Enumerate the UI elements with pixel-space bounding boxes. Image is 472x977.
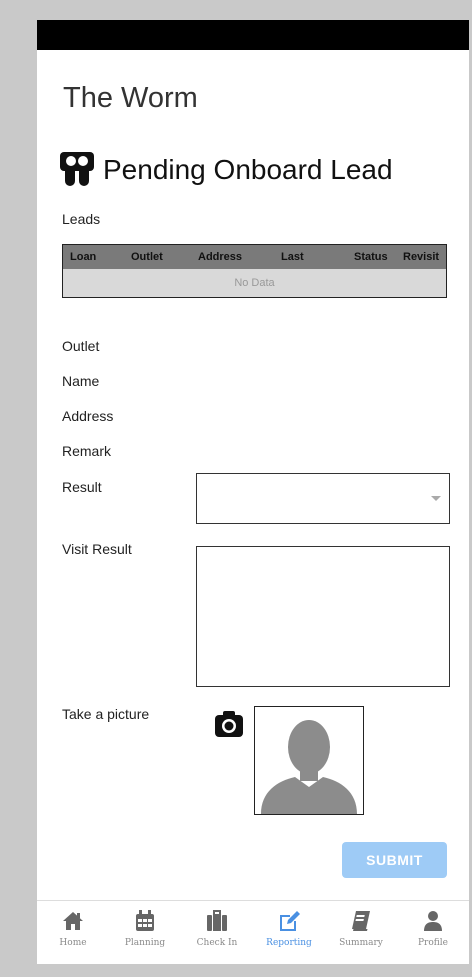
leads-empty-text: No Data — [234, 277, 275, 289]
app-title: The Worm — [63, 82, 198, 114]
lead-icon — [60, 152, 94, 186]
outlet-label: Outlet — [62, 338, 100, 354]
column-header-last[interactable]: Last — [281, 251, 304, 263]
section-title: Pending Onboard Lead — [103, 154, 393, 185]
luggage-icon — [207, 910, 227, 931]
address-label: Address — [62, 408, 114, 424]
avatar-placeholder-icon — [261, 720, 357, 814]
section-header: Pending Onboard Lead — [57, 150, 393, 190]
user-icon — [424, 911, 442, 931]
column-header-status[interactable]: Status — [354, 251, 388, 263]
name-label: Name — [62, 373, 100, 389]
nav-item-home[interactable]: Home — [37, 901, 109, 964]
leads-table: Loan Outlet Address Last Status Revisit … — [62, 244, 447, 298]
nav-label-reporting: Reporting — [266, 938, 312, 948]
home-icon — [63, 912, 83, 930]
submit-button[interactable]: SUBMIT — [342, 842, 447, 878]
leads-table-header: Loan Outlet Address Last Status Revisit — [63, 245, 446, 269]
visit-result-label: Visit Result — [62, 541, 132, 557]
status-bar — [37, 20, 469, 50]
calendar-icon — [136, 910, 154, 931]
take-picture-label: Take a picture — [62, 706, 150, 722]
chevron-down-icon — [431, 496, 441, 501]
nav-label-profile: Profile — [418, 938, 448, 948]
nav-label-home: Home — [59, 938, 87, 948]
nav-label-check-in: Check In — [196, 938, 238, 948]
column-header-revisit[interactable]: Revisit — [403, 251, 439, 263]
nav-item-planning[interactable]: Planning — [109, 901, 181, 964]
nav-label-planning: Planning — [124, 938, 166, 948]
book-icon — [352, 911, 370, 931]
column-header-loan[interactable]: Loan — [70, 251, 96, 263]
photo-preview[interactable] — [254, 706, 364, 815]
nav-item-summary[interactable]: Summary — [325, 901, 397, 964]
visit-result-textarea[interactable] — [196, 546, 450, 687]
nav-item-profile[interactable]: Profile — [397, 901, 469, 964]
app-frame: The Worm Pending Onboard Lead Leads Loan… — [37, 20, 469, 964]
camera-icon[interactable] — [214, 709, 244, 739]
edit-icon — [280, 911, 300, 931]
leads-label: Leads — [62, 211, 101, 227]
nav-item-check-in[interactable]: Check In — [181, 901, 253, 964]
column-header-address[interactable]: Address — [198, 251, 242, 263]
nav-item-reporting[interactable]: Reporting — [253, 901, 325, 964]
column-header-outlet[interactable]: Outlet — [131, 251, 163, 263]
nav-label-summary: Summary — [339, 938, 383, 948]
result-select[interactable] — [196, 473, 450, 524]
result-label: Result — [62, 479, 102, 495]
remark-label: Remark — [62, 443, 112, 459]
bottom-navigation: Home Planning Check In Reporting Summary… — [37, 900, 469, 964]
